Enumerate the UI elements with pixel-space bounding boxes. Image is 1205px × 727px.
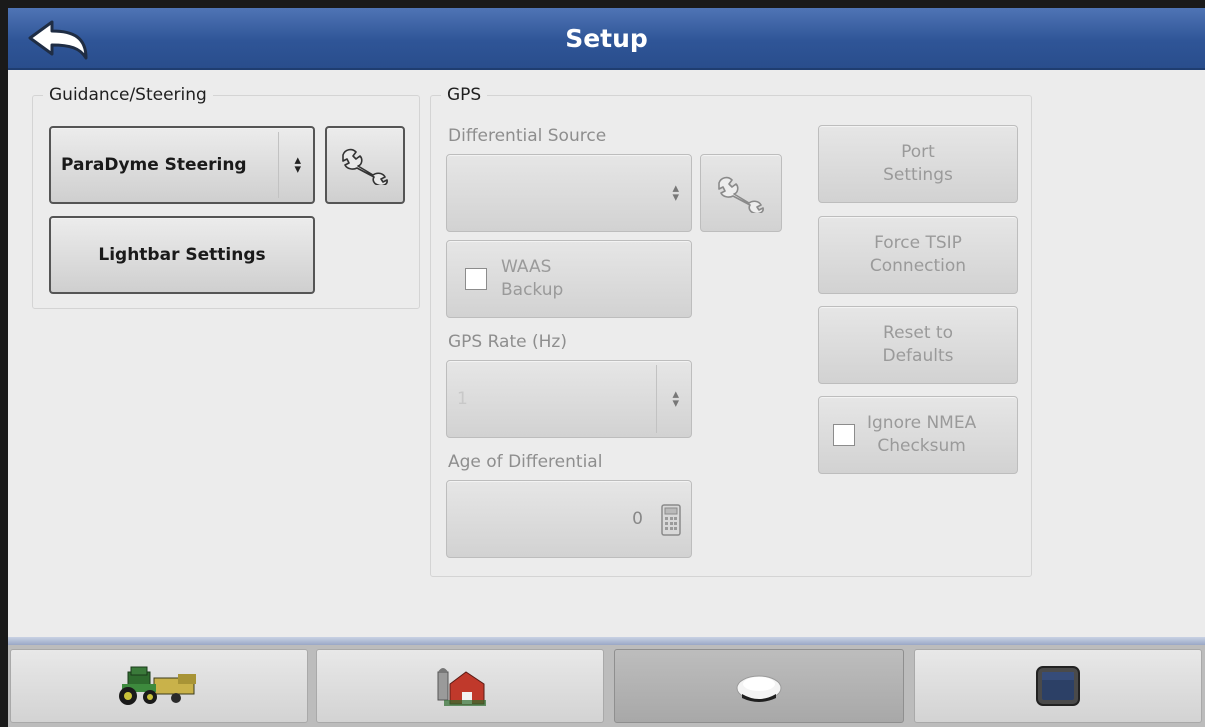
gps-rate-label: GPS Rate (Hz): [448, 332, 567, 352]
reset-to-defaults-button[interactable]: Reset to Defaults: [818, 306, 1018, 384]
differential-source-select[interactable]: ▴ ▾: [446, 154, 692, 232]
steering-select[interactable]: ParaDyme Steering ▴ ▾: [49, 126, 315, 204]
title-bar: Setup: [8, 8, 1205, 70]
gps-receiver-icon: [736, 675, 782, 702]
tab-vehicle[interactable]: [10, 649, 308, 723]
gps-legend: GPS: [441, 85, 488, 105]
port-settings-line2: Settings: [883, 165, 953, 185]
gps-rate-value: 1: [457, 388, 468, 409]
force-tsip-connection-button[interactable]: Force TSIP Connection: [818, 216, 1018, 294]
calculator-icon[interactable]: [661, 504, 681, 536]
select-divider: [656, 365, 657, 433]
select-divider: [278, 132, 279, 198]
display-icon: [1036, 666, 1080, 706]
wrench-icon: [342, 148, 388, 185]
ignore-nmea-checksum-checkbox[interactable]: [833, 424, 855, 446]
differential-source-settings-button[interactable]: [700, 154, 782, 232]
tab-gps[interactable]: [614, 649, 904, 723]
age-of-differential-value: 0: [632, 508, 643, 529]
tab-display[interactable]: [914, 649, 1202, 723]
reset-line2: Defaults: [882, 346, 954, 366]
ignore-nmea-label: Ignore NMEA Checksum: [867, 412, 976, 458]
force-tsip-line1: Force TSIP: [874, 233, 962, 253]
select-arrows-icon: ▴ ▾: [672, 181, 679, 205]
select-arrows-icon: ▴ ▾: [672, 387, 679, 411]
age-of-differential-label: Age of Differential: [448, 452, 603, 472]
waas-backup-checkbox[interactable]: [465, 268, 487, 290]
tab-farm[interactable]: [316, 649, 604, 723]
waas-backup-label-line2: Backup: [501, 280, 564, 300]
waas-backup-label-line1: WAAS: [501, 257, 552, 277]
waas-backup-toggle[interactable]: WAAS Backup: [446, 240, 692, 318]
select-arrows-icon: ▴ ▾: [294, 153, 301, 177]
lightbar-settings-label: Lightbar Settings: [98, 244, 266, 265]
port-settings-button[interactable]: Port Settings: [818, 125, 1018, 203]
ignore-nmea-checksum-toggle[interactable]: Ignore NMEA Checksum: [818, 396, 1018, 474]
steering-settings-button[interactable]: [325, 126, 405, 204]
farm-icon: [437, 668, 486, 706]
wrench-icon: [718, 176, 764, 213]
waas-backup-label: WAAS Backup: [501, 256, 563, 302]
ignore-nmea-line2: Checksum: [877, 436, 966, 456]
reset-line1: Reset to: [883, 323, 953, 343]
force-tsip-line2: Connection: [869, 256, 967, 276]
port-settings-line1: Port: [901, 142, 935, 162]
panel-bottom-border: [8, 637, 1205, 645]
footer-tab-bar: [8, 645, 1205, 727]
steering-select-value: ParaDyme Steering: [61, 154, 247, 175]
lightbar-settings-button[interactable]: Lightbar Settings: [49, 216, 315, 294]
tractor-icon: [119, 666, 196, 705]
page-title: Setup: [565, 24, 648, 53]
setup-panel: Guidance/Steering ParaDyme Steering ▴ ▾ L…: [8, 70, 1205, 637]
guidance-steering-legend: Guidance/Steering: [43, 85, 213, 105]
ignore-nmea-line1: Ignore NMEA: [867, 413, 977, 433]
age-of-differential-field[interactable]: 0: [446, 480, 692, 558]
differential-source-label: Differential Source: [448, 126, 607, 146]
gps-rate-select[interactable]: 1 ▴ ▾: [446, 360, 692, 438]
